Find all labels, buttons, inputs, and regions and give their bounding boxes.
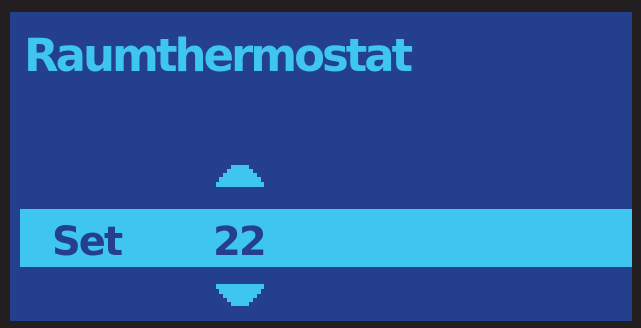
arrow-up-icon (216, 165, 264, 187)
setpoint-label: Set (52, 219, 123, 265)
device-bezel: Raumthermostat Set 22 (0, 0, 641, 328)
screen-title: Raumthermostat (24, 29, 413, 82)
setpoint-value: 22 (213, 219, 267, 265)
decrease-button[interactable] (216, 284, 264, 306)
increase-button[interactable] (216, 165, 264, 187)
arrow-down-icon (216, 284, 264, 306)
setpoint-row[interactable]: Set 22 (20, 209, 632, 267)
